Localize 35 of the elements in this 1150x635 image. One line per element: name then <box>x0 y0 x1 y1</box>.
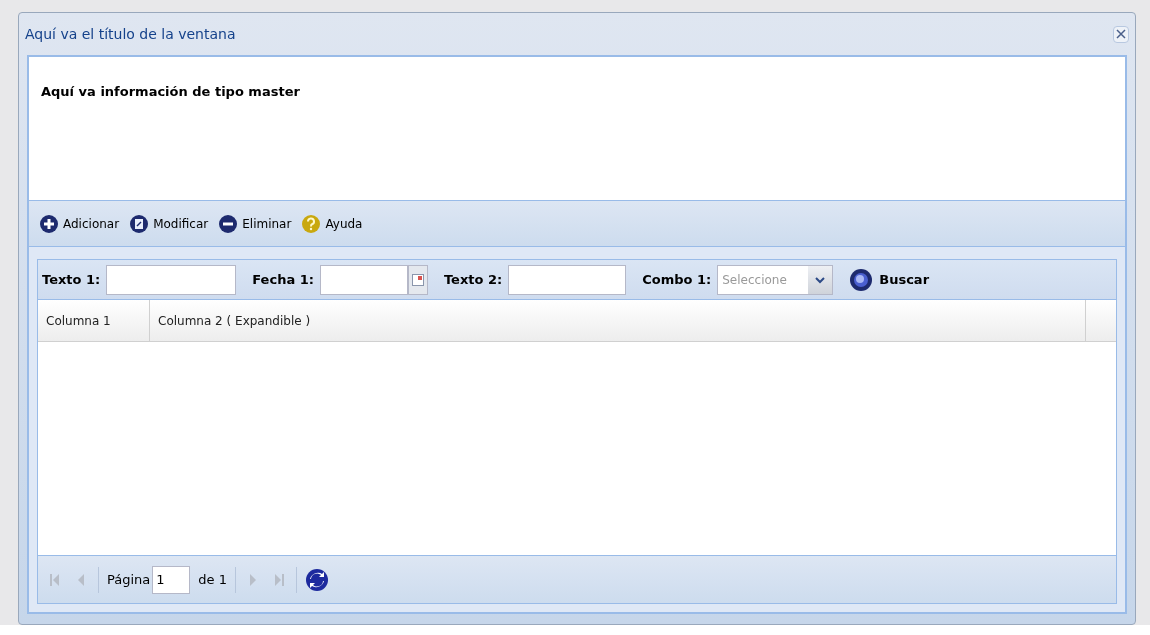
window-title: Aquí va el título de la ventana <box>25 24 236 44</box>
calendar-icon <box>411 273 424 286</box>
column-header[interactable]: Columna 2 ( Expandible ) <box>150 300 1086 341</box>
page-field[interactable]: 1 <box>152 565 191 594</box>
minus-icon <box>218 213 239 234</box>
page-label: Página <box>107 570 151 589</box>
help-icon <box>301 213 322 234</box>
search-button[interactable]: Buscar <box>849 267 930 292</box>
calendar-button[interactable] <box>407 264 428 295</box>
text-field[interactable] <box>508 264 627 295</box>
filter-label: Texto 1: <box>42 270 101 289</box>
filter-label: Texto 2: <box>443 270 503 289</box>
column-header[interactable]: Columna 1 <box>38 300 150 341</box>
text-field[interactable] <box>106 264 237 295</box>
filter-label: Combo 1: <box>642 270 712 289</box>
combo-box[interactable]: Seleccione <box>717 264 834 295</box>
page-count: de 1 <box>198 570 227 589</box>
toolbar-button[interactable]: Adicionar <box>39 213 120 234</box>
first-page-icon <box>48 571 62 588</box>
master-text: Aquí va información de tipo master <box>41 84 300 99</box>
toolbar-button[interactable]: Eliminar <box>218 213 292 234</box>
dropdown-button[interactable] <box>808 265 833 294</box>
refresh-button[interactable] <box>304 567 329 592</box>
date-field[interactable] <box>319 264 408 295</box>
plus-icon <box>39 213 59 234</box>
toolbar-button[interactable]: Modificar <box>129 213 209 234</box>
search-icon <box>849 267 874 292</box>
close-button[interactable] <box>1113 25 1129 43</box>
toolbar-button[interactable]: Ayuda <box>301 213 363 234</box>
document-icon <box>129 213 150 234</box>
close-icon <box>1116 29 1126 39</box>
combo-field[interactable]: Seleccione <box>718 265 809 294</box>
caret-icon <box>815 275 826 284</box>
filter-label: Fecha 1: <box>252 270 314 289</box>
refresh-icon <box>304 567 329 592</box>
